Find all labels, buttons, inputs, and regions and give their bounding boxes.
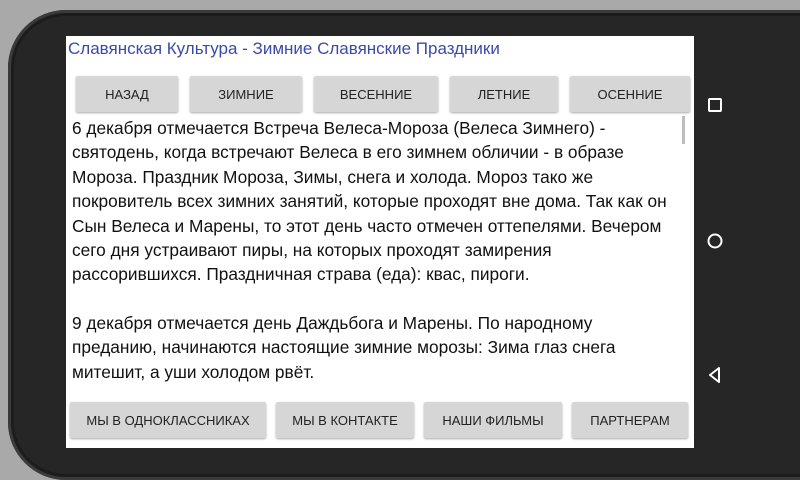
home-circle-icon[interactable] [704,230,726,252]
vkontakte-button[interactable]: МЫ В КОНТАКТЕ [276,402,414,438]
system-nav-bar [698,0,732,480]
autumn-button[interactable]: ОСЕННИЕ [570,76,690,112]
scrollbar[interactable] [682,116,685,144]
page-title: Славянская Культура - Зимние Славянские … [68,39,500,58]
app-screen: Славянская Культура - Зимние Славянские … [66,36,694,448]
back-triangle-icon[interactable] [704,364,726,386]
holiday-text[interactable]: 6 декабря отмечается Встреча Велеса-Моро… [72,116,678,392]
partners-button[interactable]: ПАРТНЕРАМ [572,402,688,438]
paragraph-veles: 6 декабря отмечается Встреча Велеса-Моро… [72,118,667,285]
our-films-button[interactable]: НАШИ ФИЛЬМЫ [424,402,562,438]
winter-button[interactable]: ЗИМНИЕ [190,76,302,112]
recents-square-icon[interactable] [704,94,726,116]
paragraph-dazhdbog: 9 декабря отмечается день Даждьбога и Ма… [72,312,616,382]
odnoklassniki-button[interactable]: МЫ В ОДНОКЛАССНИКАХ [70,402,266,438]
back-button[interactable]: НАЗАД [76,76,178,112]
spring-button[interactable]: ВЕСЕННИЕ [314,76,438,112]
summer-button[interactable]: ЛЕТНИЕ [450,76,558,112]
